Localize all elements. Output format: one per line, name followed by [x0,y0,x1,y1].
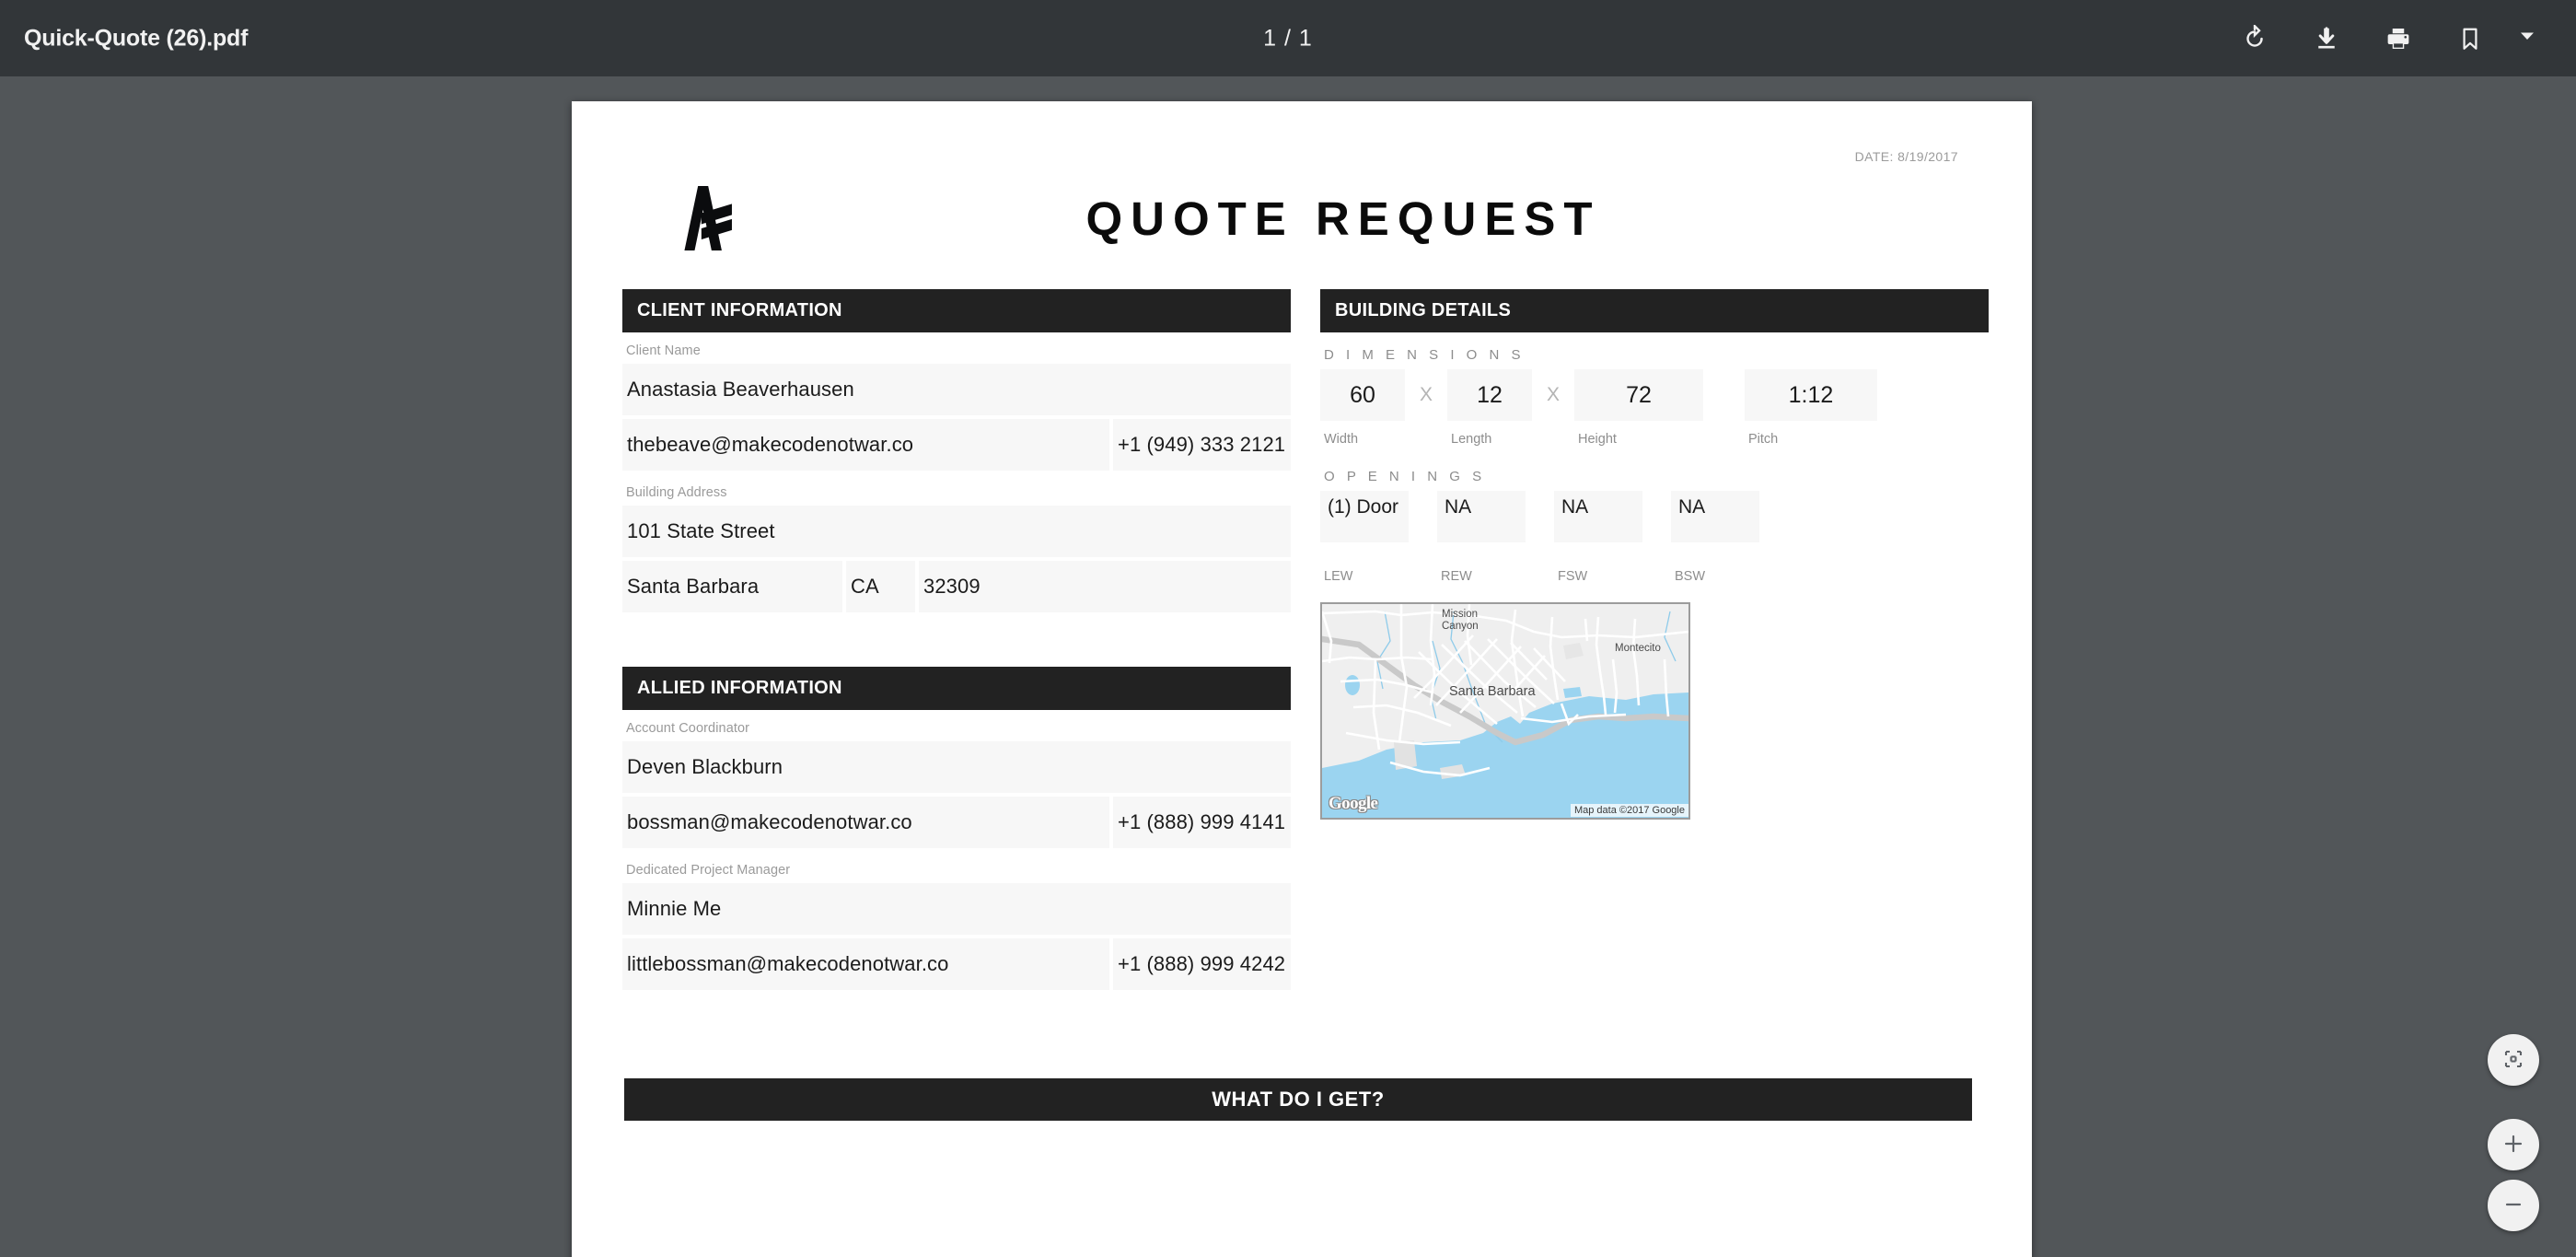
client-name-row: Anastasia Beaverhausen [622,364,1291,415]
width-cell: 60 Width [1320,369,1405,447]
height-label: Height [1574,421,1703,447]
allied-a-logo [622,176,760,261]
height-cell: 72 Height [1574,369,1703,447]
width-label: Width [1320,421,1405,447]
client-zip-field[interactable]: 32309 [919,561,1291,612]
client-street-row: 101 State Street [622,506,1291,557]
fsw-cell: NA FSW [1554,491,1642,584]
length-cell: 12 Length [1447,369,1532,447]
fit-to-page-icon [2503,1049,2524,1072]
rew-field[interactable]: NA [1437,491,1526,542]
fsw-label: FSW [1554,542,1642,584]
pitch-label: Pitch [1745,421,1877,447]
dimensions-row: 60 Width X 12 Length X 72 Height [1320,369,1989,447]
pdf-page: DATE: 8/19/2017 QUOTE REQUEST CLIENT INF… [572,101,2032,1257]
google-watermark: Google [1329,794,1377,814]
building-details-header: BUILDING DETAILS [1320,289,1989,332]
quote-date: DATE: 8/19/2017 [622,149,1981,164]
bookmark-icon [2457,26,2483,52]
pitch-cell: 1:12 Pitch [1745,369,1877,447]
page-title: QUOTE REQUEST [760,192,1981,246]
lew-cell: (1) Door LEW [1320,491,1409,584]
rew-cell: NA REW [1437,491,1526,584]
minus-icon [2502,1193,2524,1218]
client-city-state-zip-row: Santa Barbara CA 32309 [622,561,1291,612]
fit-to-page-button[interactable] [2488,1034,2539,1086]
zoom-in-button[interactable] [2488,1119,2539,1170]
dimension-separator-1: X [1405,369,1447,421]
coordinator-name-field[interactable]: Deven Blackburn [622,741,1291,793]
plus-icon [2502,1133,2524,1158]
length-label: Length [1447,421,1532,447]
client-phone-field[interactable]: +1 (949) 333 2121 [1113,419,1291,471]
lew-label: LEW [1320,542,1409,584]
pitch-field[interactable]: 1:12 [1745,369,1877,421]
page-indicator: 1 / 1 [0,25,2576,52]
fsw-field[interactable]: NA [1554,491,1642,542]
height-field[interactable]: 72 [1574,369,1703,421]
coordinator-name-row: Deven Blackburn [622,741,1291,793]
openings-row: (1) Door LEW NA REW NA FSW NA [1320,491,1989,584]
download-button[interactable] [2291,3,2362,75]
manager-email-field[interactable]: littlebossman@makecodenotwar.co [622,938,1109,990]
client-contact-row: thebeave@makecodenotwar.co +1 (949) 333 … [622,419,1291,471]
dimensions-label: D I M E N S I O N S [1320,332,1989,369]
coordinator-phone-field[interactable]: +1 (888) 999 4141 [1113,797,1291,848]
left-column: CLIENT INFORMATION Client Name Anastasia… [622,289,1291,994]
coordinator-email-field[interactable]: bossman@makecodenotwar.co [622,797,1109,848]
content-columns: CLIENT INFORMATION Client Name Anastasia… [622,289,1981,994]
building-address-label: Building Address [622,474,1291,506]
chevron-down-icon [2518,27,2536,50]
dimension-separator-2: X [1532,369,1574,421]
account-coordinator-label: Account Coordinator [622,710,1291,741]
client-name-label: Client Name [622,332,1291,364]
toolbar-actions [2219,3,2548,75]
pdf-viewer-toolbar: Quick-Quote (26).pdf 1 / 1 [0,0,2576,76]
lew-field[interactable]: (1) Door [1320,491,1409,542]
location-map[interactable]: Mission Canyon Montecito Santa Barbara G… [1320,602,1690,820]
bookmark-button[interactable] [2434,3,2506,75]
bookmark-dropdown-button[interactable] [2506,3,2548,75]
manager-name-row: Minnie Me [622,883,1291,935]
manager-phone-field[interactable]: +1 (888) 999 4242 [1113,938,1291,990]
client-name-field[interactable]: Anastasia Beaverhausen [622,364,1291,415]
client-email-field[interactable]: thebeave@makecodenotwar.co [622,419,1109,471]
right-column: BUILDING DETAILS D I M E N S I O N S 60 … [1320,289,1989,994]
openings-label: O P E N I N G S [1320,447,1989,491]
bsw-label: BSW [1671,542,1759,584]
what-do-i-get-banner: WHAT DO I GET? [624,1078,1972,1121]
zoom-controls [2488,1034,2539,1231]
print-button[interactable] [2362,3,2434,75]
pdf-viewport[interactable]: DATE: 8/19/2017 QUOTE REQUEST CLIENT INF… [0,76,2576,1257]
rotate-clockwise-icon [2241,25,2269,52]
zoom-out-button[interactable] [2488,1180,2539,1231]
project-manager-label: Dedicated Project Manager [622,852,1291,883]
manager-contact-row: littlebossman@makecodenotwar.co +1 (888)… [622,938,1291,990]
map-attribution: Map data ©2017 Google [1571,804,1688,817]
manager-name-field[interactable]: Minnie Me [622,883,1291,935]
download-icon [2313,25,2340,52]
coordinator-contact-row: bossman@makecodenotwar.co +1 (888) 999 4… [622,797,1291,848]
rew-label: REW [1437,542,1526,584]
bsw-field[interactable]: NA [1671,491,1759,542]
client-state-field[interactable]: CA [846,561,915,612]
length-field[interactable]: 12 [1447,369,1532,421]
client-street-field[interactable]: 101 State Street [622,506,1291,557]
rotate-clockwise-button[interactable] [2219,3,2291,75]
document-header: QUOTE REQUEST [622,168,1981,269]
print-icon [2385,25,2412,52]
width-field[interactable]: 60 [1320,369,1405,421]
allied-information-header: ALLIED INFORMATION [622,667,1291,710]
client-city-field[interactable]: Santa Barbara [622,561,842,612]
bsw-cell: NA BSW [1671,491,1759,584]
client-information-header: CLIENT INFORMATION [622,289,1291,332]
